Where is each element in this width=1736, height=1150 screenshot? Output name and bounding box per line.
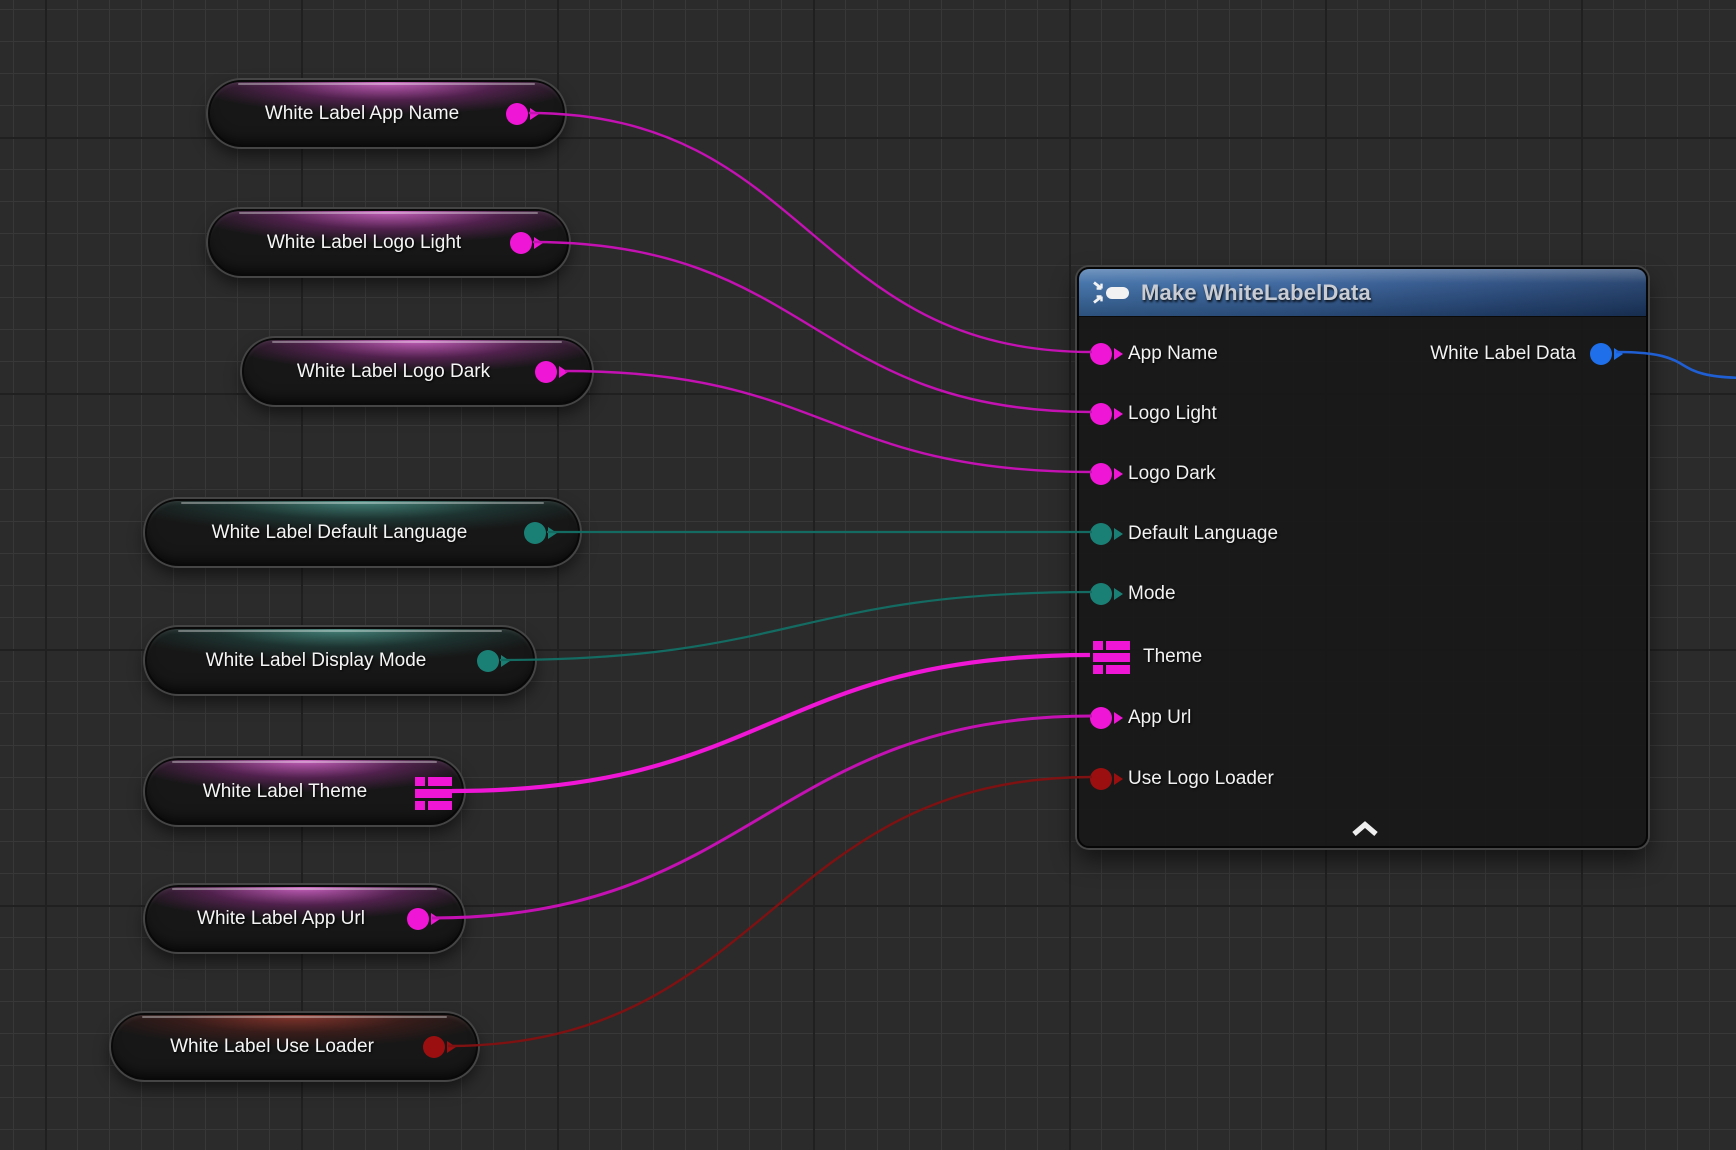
wire-theme[interactable] <box>452 655 1090 791</box>
make-whitelabeldata-node[interactable]: Make WhiteLabelData App Name Logo Light Lo… <box>1077 267 1648 848</box>
input-pin-row-logo-dark: Logo Dark <box>1090 456 1216 492</box>
variable-node-label: White Label App Name <box>224 82 500 145</box>
output-pin-white-label-display-mode[interactable] <box>477 650 499 672</box>
output-pin-white-label-app-url[interactable] <box>407 908 429 930</box>
input-pin-default-language[interactable] <box>1090 523 1112 545</box>
input-pin-row-app-name: App Name <box>1090 336 1218 372</box>
wire-display-mode[interactable] <box>500 592 1092 660</box>
input-pin-label: App Url <box>1128 707 1191 729</box>
input-pin-row-default-language: Default Language <box>1090 516 1278 552</box>
variable-node-white-label-theme[interactable]: White Label Theme <box>145 758 464 825</box>
variable-node-label: White Label App Url <box>161 887 401 950</box>
collapse-node-button[interactable] <box>1349 820 1381 843</box>
input-pin-theme[interactable] <box>1093 641 1130 674</box>
variable-node-white-label-display-mode[interactable]: White Label Display Mode <box>145 627 535 694</box>
input-pin-app-url[interactable] <box>1090 707 1112 729</box>
wire-logo-dark[interactable] <box>565 371 1092 472</box>
variable-node-white-label-logo-light[interactable]: White Label Logo Light <box>208 209 569 276</box>
variable-node-label: White Label Theme <box>161 760 409 823</box>
variable-node-label: White Label Logo Dark <box>258 340 529 403</box>
wire-app-url[interactable] <box>432 716 1092 918</box>
blueprint-graph-canvas[interactable]: Make WhiteLabelData App Name Logo Light Lo… <box>0 0 1736 1150</box>
input-pin-row-logo-light: Logo Light <box>1090 396 1217 432</box>
input-pin-label: Logo Dark <box>1128 463 1216 485</box>
wire-app-name[interactable] <box>529 113 1092 352</box>
variable-node-white-label-app-url[interactable]: White Label App Url <box>145 885 464 952</box>
input-pin-logo-light[interactable] <box>1090 403 1112 425</box>
variable-node-label: White Label Logo Light <box>224 211 504 274</box>
output-pin-label: White Label Data <box>1430 343 1576 365</box>
variable-node-white-label-use-loader[interactable]: White Label Use Loader <box>111 1013 478 1080</box>
input-pin-row-app-url: App Url <box>1090 700 1191 736</box>
input-pin-label: Mode <box>1128 583 1176 605</box>
input-pin-label: Logo Light <box>1128 403 1217 425</box>
chevron-up-icon <box>1349 820 1381 838</box>
output-pin-white-label-use-loader[interactable] <box>423 1036 445 1058</box>
output-pin-white-label-logo-dark[interactable] <box>535 361 557 383</box>
input-pin-label: Use Logo Loader <box>1128 768 1274 790</box>
input-pin-row-mode: Mode <box>1090 576 1176 612</box>
variable-node-white-label-default-language[interactable]: White Label Default Language <box>145 499 580 566</box>
input-pin-app-name[interactable] <box>1090 343 1112 365</box>
output-pin-white-label-logo-light[interactable] <box>510 232 532 254</box>
white-label-data-output-pin[interactable] <box>1590 343 1612 365</box>
wire-use-loader[interactable] <box>448 777 1092 1046</box>
make-struct-icon <box>1091 279 1131 306</box>
input-pin-logo-dark[interactable] <box>1090 463 1112 485</box>
output-pin-row: White Label Data <box>1430 336 1612 372</box>
variable-node-white-label-logo-dark[interactable]: White Label Logo Dark <box>242 338 592 405</box>
output-pin-white-label-app-name[interactable] <box>506 103 528 125</box>
input-pin-row-use-logo-loader: Use Logo Loader <box>1090 761 1274 797</box>
input-pin-row-theme: Theme <box>1093 639 1202 675</box>
input-pin-label: Default Language <box>1128 523 1278 545</box>
input-pin-label: App Name <box>1128 343 1218 365</box>
variable-node-label: White Label Default Language <box>161 501 518 564</box>
output-pin-white-label-theme[interactable] <box>415 777 452 810</box>
make-node-title: Make WhiteLabelData <box>1141 280 1371 306</box>
wire-logo-light[interactable] <box>533 242 1092 412</box>
input-pin-label: Theme <box>1143 646 1202 668</box>
output-pin-white-label-default-language[interactable] <box>524 522 546 544</box>
make-node-header[interactable]: Make WhiteLabelData <box>1079 269 1646 317</box>
variable-node-label: White Label Use Loader <box>127 1015 417 1078</box>
variable-node-label: White Label Display Mode <box>161 629 471 692</box>
input-pin-mode[interactable] <box>1090 583 1112 605</box>
variable-node-white-label-app-name[interactable]: White Label App Name <box>208 80 565 147</box>
input-pin-use-logo-loader[interactable] <box>1090 768 1112 790</box>
